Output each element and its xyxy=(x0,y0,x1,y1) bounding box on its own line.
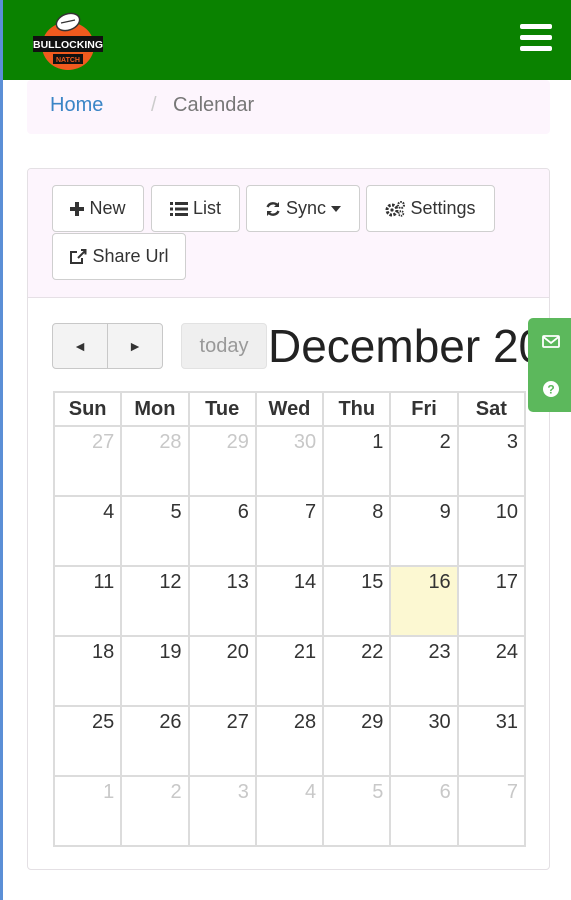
day-cell[interactable]: 9 xyxy=(389,495,459,567)
weekday-header: Sun xyxy=(52,391,123,427)
weekday-header: Fri xyxy=(389,391,459,427)
share-url-button[interactable]: Share Url xyxy=(52,233,186,280)
day-cell-other-month[interactable]: 1 xyxy=(52,775,123,847)
day-cell-other-month[interactable]: 7 xyxy=(456,775,527,847)
day-cell[interactable]: 4 xyxy=(52,495,123,567)
day-cell[interactable]: 7 xyxy=(254,495,325,567)
day-cell[interactable]: 19 xyxy=(120,635,190,707)
next-arrow-icon: ► xyxy=(128,338,142,354)
refresh-icon xyxy=(266,201,280,216)
day-cell[interactable]: 24 xyxy=(456,635,527,707)
envelope-icon[interactable] xyxy=(542,332,560,350)
prev-month-button[interactable]: ◄ xyxy=(52,323,108,369)
day-cell[interactable]: 2 xyxy=(389,425,459,497)
gears-icon xyxy=(385,200,406,217)
list-icon xyxy=(169,201,188,216)
logo-text-top: BULLOCKING xyxy=(33,39,103,51)
weekday-header: Sat xyxy=(456,391,527,427)
day-cell[interactable]: 1 xyxy=(322,425,392,497)
day-cell[interactable]: 5 xyxy=(120,495,190,567)
calendar-panel: New List Sync Settings Share Url ◄ ► tod… xyxy=(27,168,550,870)
share-icon xyxy=(70,248,87,264)
site-logo[interactable]: BULLOCKING NATCH xyxy=(31,8,105,72)
day-cell[interactable]: 26 xyxy=(120,705,190,777)
day-cell-other-month[interactable]: 27 xyxy=(52,425,123,497)
svg-text:?: ? xyxy=(547,383,554,397)
week-row: 27 28 29 30 1 2 3 xyxy=(52,425,527,497)
today-button[interactable]: today xyxy=(181,323,267,369)
day-cell[interactable]: 15 xyxy=(322,565,392,637)
next-month-button[interactable]: ► xyxy=(107,323,163,369)
caret-down-icon xyxy=(331,205,342,212)
day-cell[interactable]: 31 xyxy=(456,705,527,777)
week-row: 25 26 27 28 29 30 31 xyxy=(52,705,527,777)
share-url-button-label: Share Url xyxy=(92,246,169,266)
list-button-label: List xyxy=(192,198,221,218)
breadcrumb-home-link[interactable]: Home xyxy=(50,94,103,117)
day-cell-other-month[interactable]: 2 xyxy=(120,775,190,847)
day-cell[interactable]: 20 xyxy=(187,635,257,707)
day-cell[interactable]: 12 xyxy=(120,565,190,637)
day-cell-other-month[interactable]: 28 xyxy=(120,425,190,497)
sync-dropdown-button[interactable]: Sync xyxy=(246,185,360,232)
day-cell[interactable]: 25 xyxy=(52,705,123,777)
left-edge-border xyxy=(0,0,3,900)
day-cell-today[interactable]: 16 xyxy=(389,565,459,637)
day-cell[interactable]: 11 xyxy=(52,565,123,637)
prev-arrow-icon: ◄ xyxy=(73,338,87,354)
day-cell-other-month[interactable]: 4 xyxy=(254,775,325,847)
new-button[interactable]: New xyxy=(52,185,144,232)
day-cell[interactable]: 21 xyxy=(254,635,325,707)
calendar-month-title: December 2017 xyxy=(268,320,549,372)
day-cell[interactable]: 23 xyxy=(389,635,459,707)
day-cell[interactable]: 8 xyxy=(322,495,392,567)
new-button-label: New xyxy=(89,198,126,218)
day-cell[interactable]: 18 xyxy=(52,635,123,707)
day-cell-other-month[interactable]: 30 xyxy=(254,425,325,497)
settings-button-label: Settings xyxy=(410,198,476,218)
question-icon[interactable]: ? xyxy=(542,380,560,398)
feedback-side-tab: ? xyxy=(528,318,571,412)
weekday-header: Tue xyxy=(187,391,257,427)
breadcrumb: Home / Calendar xyxy=(27,80,550,134)
list-button[interactable]: List xyxy=(151,185,240,232)
week-row: 4 5 6 7 8 9 10 xyxy=(52,495,527,567)
day-cell[interactable]: 28 xyxy=(254,705,325,777)
week-row: 18 19 20 21 22 23 24 xyxy=(52,635,527,707)
weekday-header: Wed xyxy=(254,391,325,427)
breadcrumb-current: Calendar xyxy=(173,94,255,116)
day-cell-other-month[interactable]: 6 xyxy=(389,775,459,847)
day-cell-other-month[interactable]: 5 xyxy=(322,775,392,847)
day-cell[interactable]: 17 xyxy=(456,565,527,637)
day-cell-other-month[interactable]: 29 xyxy=(187,425,257,497)
day-cell[interactable]: 3 xyxy=(456,425,527,497)
sync-button-label: Sync xyxy=(285,198,327,218)
weekday-header-row: Sun Mon Tue Wed Thu Fri Sat xyxy=(52,391,527,427)
settings-button[interactable]: Settings xyxy=(366,185,495,232)
day-cell[interactable]: 30 xyxy=(389,705,459,777)
day-cell[interactable]: 14 xyxy=(254,565,325,637)
month-grid: Sun Mon Tue Wed Thu Fri Sat 27 28 29 30 … xyxy=(52,391,527,847)
breadcrumb-separator: / xyxy=(151,94,157,116)
day-cell[interactable]: 27 xyxy=(187,705,257,777)
weekday-header: Mon xyxy=(120,391,190,427)
hamburger-icon[interactable] xyxy=(520,24,552,52)
day-cell[interactable]: 6 xyxy=(187,495,257,567)
day-cell[interactable]: 29 xyxy=(322,705,392,777)
day-cell[interactable]: 10 xyxy=(456,495,527,567)
top-navbar: BULLOCKING NATCH xyxy=(3,0,571,80)
plus-icon xyxy=(70,201,85,216)
weekday-header: Thu xyxy=(322,391,392,427)
week-row: 1 2 3 4 5 6 7 xyxy=(52,775,527,847)
logo-text-bottom: NATCH xyxy=(56,57,80,64)
day-cell[interactable]: 22 xyxy=(322,635,392,707)
week-row: 11 12 13 14 15 16 17 xyxy=(52,565,527,637)
day-cell[interactable]: 13 xyxy=(187,565,257,637)
calendar-toolbar: New List Sync Settings Share Url xyxy=(28,169,549,298)
day-cell-other-month[interactable]: 3 xyxy=(187,775,257,847)
